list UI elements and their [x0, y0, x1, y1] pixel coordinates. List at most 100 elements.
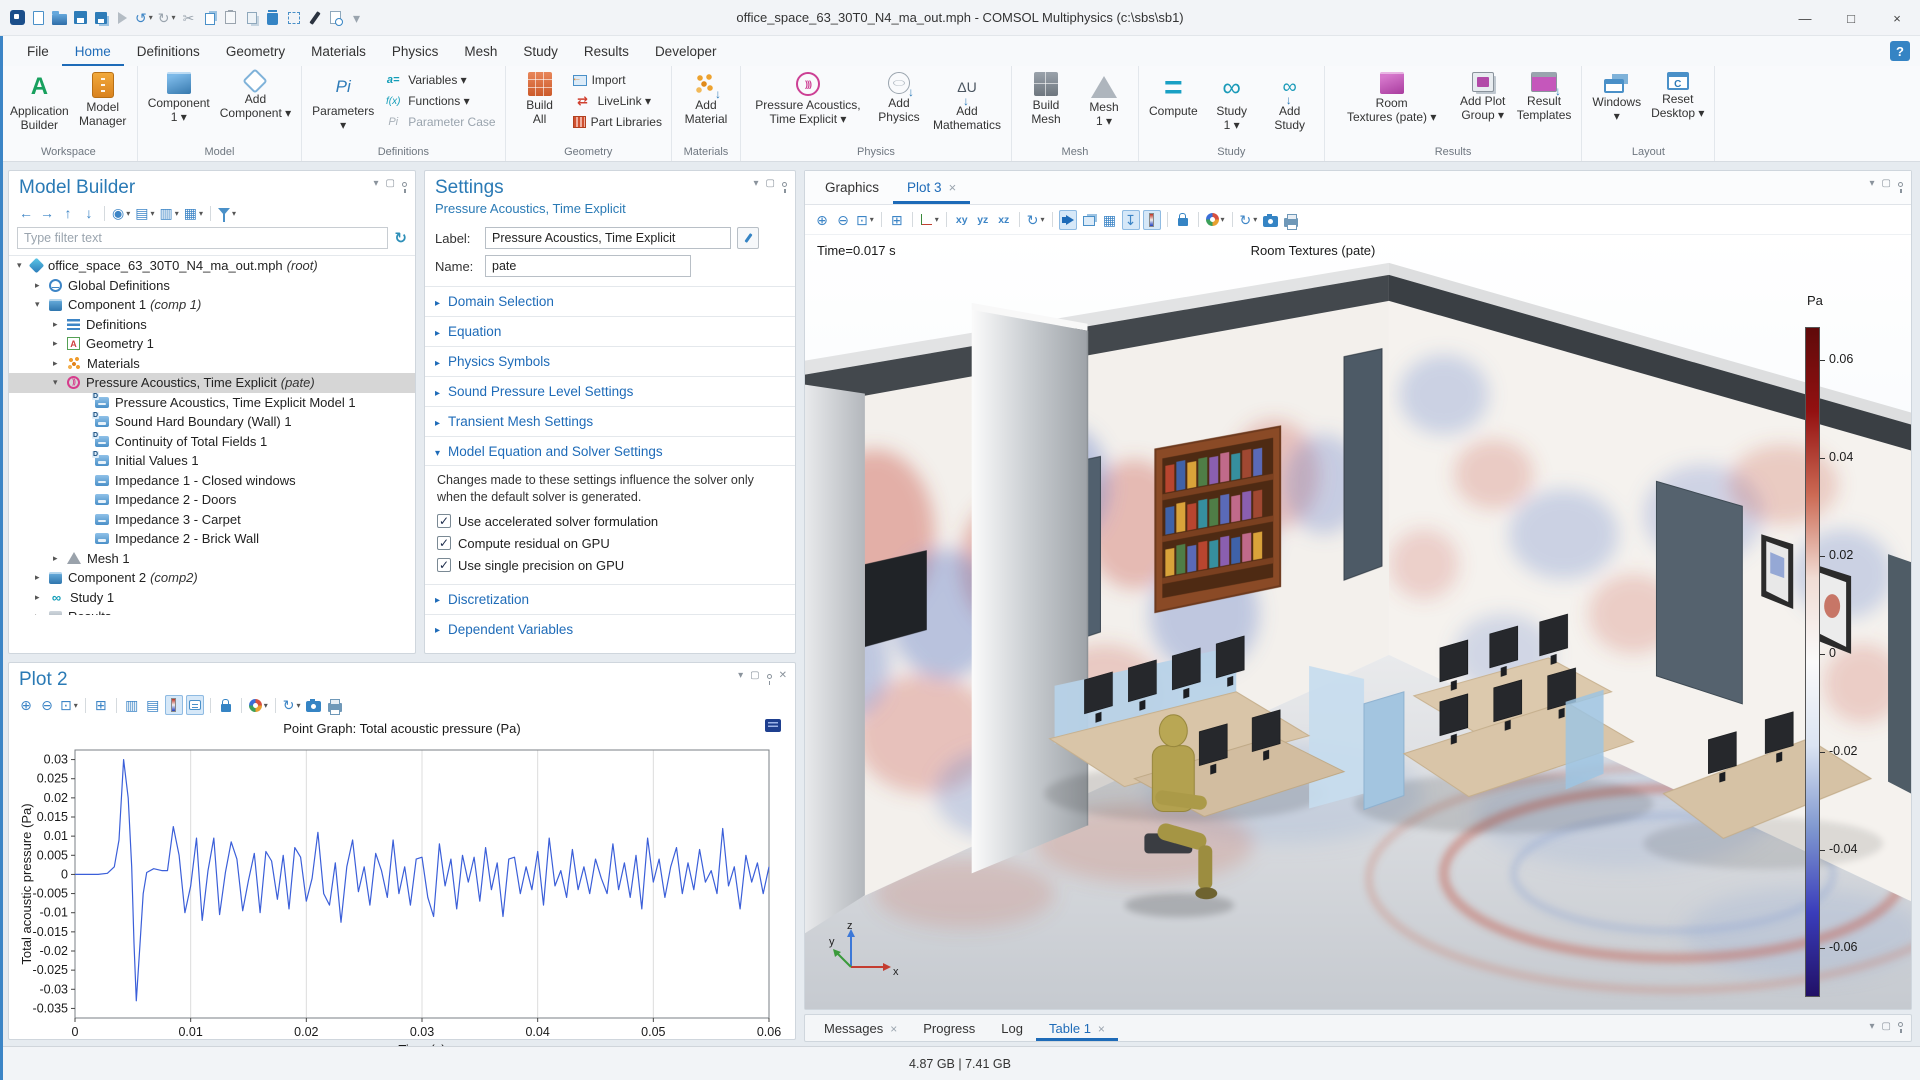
menu-tab[interactable]: File [14, 36, 62, 66]
view-xy-icon[interactable]: xy [953, 210, 971, 230]
application-builder-button[interactable]: Application Builder [5, 70, 74, 145]
tree-item[interactable]: ▾ Component 1 (comp 1) [9, 295, 415, 315]
expander-icon[interactable]: ▸ [53, 338, 67, 349]
pin-panel-icon[interactable] [782, 181, 787, 193]
new-file-icon[interactable] [29, 8, 47, 28]
add-component-button[interactable]: Add Component ▾ [215, 68, 296, 145]
forward-icon[interactable]: → [38, 203, 56, 223]
color-legend-icon[interactable] [1142, 209, 1161, 230]
expander-icon[interactable]: ▾ [53, 377, 67, 388]
plot-properties-icon[interactable] [765, 719, 781, 732]
zoom-extents-icon[interactable]: ⊞ [92, 695, 110, 715]
view-xz-icon[interactable]: xz [995, 210, 1013, 230]
study-1-button[interactable]: Study 1 ▾ [1203, 70, 1261, 145]
toolbar-button[interactable] [1018, 212, 1020, 227]
result-templates-button[interactable]: Result Templates [1512, 70, 1577, 145]
cut-icon[interactable]: ✂ [180, 8, 198, 28]
undo-icon[interactable]: ↺ [134, 8, 154, 28]
save-icon[interactable] [71, 8, 89, 28]
menu-tab[interactable]: Mesh [451, 36, 510, 66]
tree-item[interactable]: Sound Hard Boundary (Wall) 1 [9, 412, 415, 432]
close-tab-icon[interactable] [890, 1021, 897, 1036]
rename-button[interactable] [737, 227, 759, 249]
update-plot-icon[interactable]: ↻ [1239, 210, 1259, 230]
color-legend-icon[interactable] [164, 695, 183, 715]
refresh-icon[interactable]: ↻ [394, 229, 407, 247]
tree-item[interactable]: Impedance 2 - Brick Wall [9, 529, 415, 549]
panel-menu-icon[interactable]: ▾ [754, 179, 759, 189]
part-libraries-button[interactable]: Part Libraries [572, 113, 662, 131]
expander-icon[interactable]: ▸ [53, 358, 67, 369]
expander-icon[interactable]: ▸ [35, 572, 49, 583]
select-box-icon[interactable] [285, 8, 303, 28]
bottom-tab[interactable]: Progress [910, 1015, 988, 1041]
redo-icon[interactable]: ↻ [157, 8, 177, 28]
tree-item[interactable]: ▸ Materials [9, 354, 415, 374]
float-panel-icon[interactable]: ▢ [766, 179, 775, 189]
graphics-tab[interactable]: Graphics [811, 171, 893, 204]
zoom-box-icon[interactable]: ⊡ [59, 695, 79, 715]
minimize-button[interactable]: — [1782, 0, 1828, 36]
close-tab-icon[interactable] [1098, 1021, 1105, 1036]
tree-item[interactable]: ▸ Study 1 [9, 588, 415, 608]
parameter-case-button[interactable]: Parameter Case [383, 113, 495, 131]
tree-item[interactable]: Impedance 3 - Carpet [9, 510, 415, 530]
pin-panel-icon[interactable] [1898, 181, 1903, 193]
component-1-button[interactable]: Component 1 ▾ [143, 70, 215, 145]
settings-section-header[interactable]: Physics Symbols [425, 346, 795, 376]
go-to-default-view-icon[interactable] [919, 210, 940, 230]
settings-section-header[interactable]: Sound Pressure Level Settings [425, 376, 795, 406]
add-study-button[interactable]: Add Study [1261, 70, 1319, 145]
float-panel-icon[interactable]: ▢ [1882, 1022, 1891, 1032]
tree-filter-input[interactable] [17, 227, 389, 249]
zoom-extents-icon[interactable]: ⊞ [888, 210, 906, 230]
reset-desktop-button[interactable]: Reset Desktop ▾ [1646, 70, 1709, 145]
panel-menu-icon[interactable]: ▾ [1870, 1022, 1875, 1032]
lock-view-icon[interactable] [1174, 210, 1192, 230]
close-tab-icon[interactable] [949, 180, 957, 195]
expander-icon[interactable]: ▾ [35, 299, 49, 310]
checkbox[interactable]: Use accelerated solver formulation [437, 514, 783, 529]
lock-axes-icon[interactable] [217, 695, 235, 715]
image-snapshot-icon[interactable] [1261, 210, 1279, 230]
settings-section-header[interactable]: Domain Selection [425, 286, 795, 316]
physics-interface-button[interactable]: Pressure Acoustics, Time Explicit ▾ [746, 70, 870, 145]
tree-item[interactable]: Pressure Acoustics, Time Explicit Model … [9, 392, 415, 413]
tree-item[interactable]: ▸ Results [9, 607, 415, 615]
toolbar-button[interactable] [1197, 212, 1199, 227]
scene-frames-icon[interactable] [1080, 210, 1098, 230]
livelink-button[interactable]: LiveLink ▾ [573, 92, 662, 110]
menu-tab[interactable]: Materials [298, 36, 379, 66]
graphics-tab[interactable]: Plot 3 [893, 171, 970, 204]
model-manager-button[interactable]: Model Manager [74, 70, 132, 145]
rotate-view-icon[interactable]: ↻ [1026, 210, 1046, 230]
build-mesh-button[interactable]: Build Mesh [1017, 70, 1075, 145]
import-button[interactable]: Import [572, 71, 662, 89]
name-input[interactable] [485, 255, 691, 277]
panel-menu-icon[interactable]: ▾ [738, 671, 743, 681]
add-plot-group-button[interactable]: Add Plot Group ▾ [1454, 70, 1512, 145]
run-icon[interactable] [113, 8, 131, 28]
toolbar-button[interactable] [115, 697, 117, 713]
tree-item[interactable]: ▸ Definitions [9, 315, 415, 335]
zoom-out-icon[interactable]: ⊖ [834, 210, 852, 230]
zoom-box-icon[interactable]: ⊡ [855, 210, 875, 230]
menu-tab[interactable]: Developer [642, 36, 730, 66]
close-panel-icon[interactable]: ✕ [779, 671, 787, 681]
pin-panel-icon[interactable] [766, 673, 772, 685]
toolbar-button[interactable] [240, 697, 242, 713]
collapse-all-icon[interactable]: ▥ [158, 203, 179, 223]
duplicate-icon[interactable] [243, 8, 261, 28]
mesh-1-button[interactable]: Mesh 1 ▾ [1075, 70, 1133, 145]
toolbar-button[interactable] [274, 697, 276, 713]
color-theme-icon[interactable] [1205, 210, 1226, 230]
pin-panel-icon[interactable] [1898, 1022, 1903, 1033]
print-icon[interactable] [1282, 210, 1300, 230]
menu-tab[interactable]: Study [510, 36, 571, 66]
graphics-viewport[interactable]: Time=0.017 s Room Textures (pate) Pa 0.0… [805, 235, 1911, 1009]
parameters-button[interactable]: Parameters ▾ [307, 70, 379, 145]
expander-icon[interactable]: ▸ [53, 553, 67, 564]
image-snapshot-icon[interactable] [305, 695, 323, 715]
add-physics-button[interactable]: Add Physics [870, 70, 928, 145]
float-panel-icon[interactable]: ▢ [750, 671, 759, 681]
